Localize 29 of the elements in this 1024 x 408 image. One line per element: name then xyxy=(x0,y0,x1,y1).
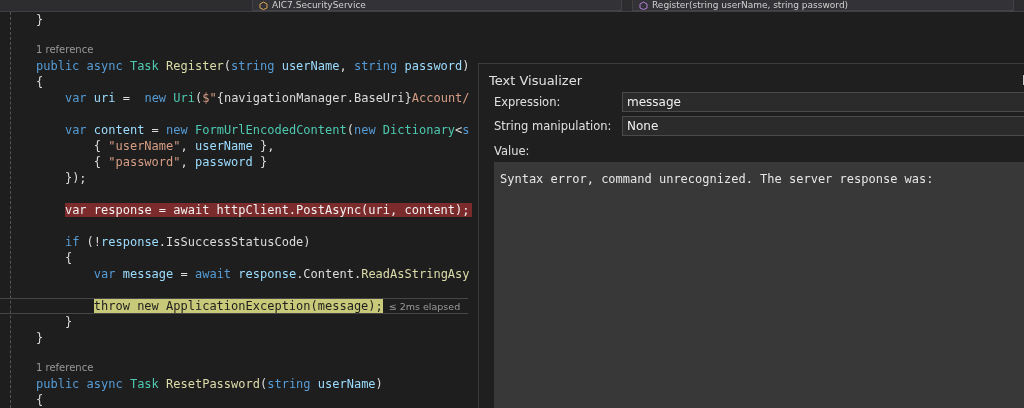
member-dropdown[interactable]: AIC7.SecurityService xyxy=(252,0,622,11)
field-label: Expression: xyxy=(494,95,562,109)
code-line: { "password", password } xyxy=(93,155,268,169)
value-text-area[interactable]: Syntax error, command unrecognized. The server response was: xyxy=(494,162,1024,408)
dialog-title: Text Visualizer xyxy=(489,72,582,88)
code-line: var message = await response.Content.ReadAsStringAsy xyxy=(93,267,470,281)
code-line: { xyxy=(64,251,73,265)
code-line: { xyxy=(36,393,44,407)
code-line: { "userName", userName }, xyxy=(93,139,275,153)
string-manipulation-dropdown[interactable]: None xyxy=(622,116,1024,136)
code-line: }); xyxy=(64,171,87,185)
member-dropdown[interactable]: Register(string userName, string password) xyxy=(632,0,1014,11)
code-line: public async Task ResetPassword(string userName) xyxy=(36,377,383,391)
code-line: } xyxy=(64,315,73,329)
elapsed-time-hint: ≤ 2ms elapsed xyxy=(388,300,461,312)
code-line: public async Task Register(string userName, string password) xyxy=(36,59,470,73)
code-line: } xyxy=(36,331,44,345)
code-line: } xyxy=(36,13,44,27)
field-label: String manipulation: xyxy=(494,119,613,133)
cube-icon xyxy=(639,0,648,10)
field-label: Value: xyxy=(493,143,531,160)
expression-field[interactable]: message xyxy=(622,92,1024,112)
reference-count[interactable]: 1 reference xyxy=(36,44,468,58)
code-line: { xyxy=(36,75,44,89)
reference-count[interactable]: 1 reference xyxy=(36,362,468,376)
code-line: var uri = new Uri($"{navigationManager.BaseUri}Account/ xyxy=(64,91,470,105)
cube-icon xyxy=(259,0,268,10)
code-line: var content = new FormUrlEncodedContent(new Dictionary<s xyxy=(64,123,470,137)
code-line: if (!response.IsSuccessStatusCode) xyxy=(64,235,311,249)
